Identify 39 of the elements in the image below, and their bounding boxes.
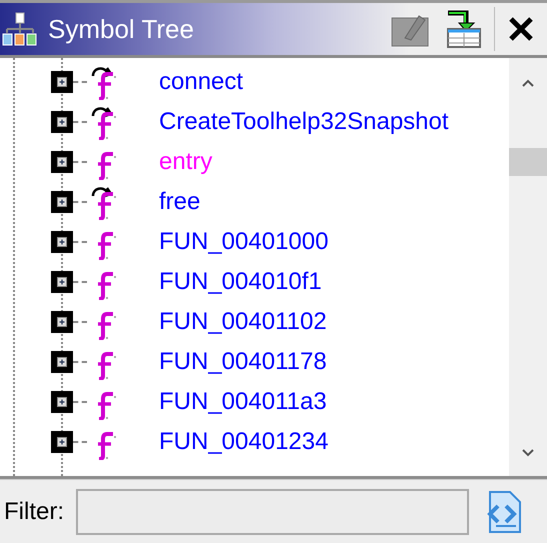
filter-field[interactable] [76, 488, 469, 534]
expand-toggle[interactable] [51, 431, 73, 453]
plus-icon [57, 317, 67, 327]
plus-icon [57, 157, 67, 167]
expand-toggle[interactable] [51, 151, 73, 173]
scroll-thumb[interactable] [509, 148, 547, 176]
table-arrow-icon [446, 9, 482, 49]
close-icon [508, 16, 534, 42]
plus-icon [57, 197, 67, 207]
tree-icon [2, 11, 38, 47]
panel-title: Symbol Tree [48, 12, 194, 46]
symbol-name[interactable]: FUN_00401000 [159, 224, 328, 260]
expand-toggle[interactable] [51, 231, 73, 253]
expand-toggle[interactable] [51, 71, 73, 93]
plus-icon [57, 357, 67, 367]
expand-toggle[interactable] [51, 351, 73, 373]
plus-icon [57, 77, 67, 87]
symbol-name[interactable]: FUN_004011a3 [159, 384, 327, 420]
plus-icon [57, 437, 67, 447]
vertical-scrollbar[interactable] [509, 58, 547, 476]
symbol-name[interactable]: free [159, 184, 200, 220]
symbol-name[interactable]: connect [159, 64, 244, 100]
symbol-name[interactable]: FUN_00401178 [159, 344, 327, 380]
filter-label: Filter: [4, 496, 64, 526]
symbol-name[interactable]: FUN_004010f1 [159, 264, 322, 300]
plus-icon [57, 397, 67, 407]
plus-icon [57, 237, 67, 247]
scroll-down-icon[interactable] [521, 448, 535, 458]
expand-toggle[interactable] [51, 271, 73, 293]
symbol-name[interactable]: FUN_00401234 [159, 424, 328, 460]
plus-icon [57, 117, 67, 127]
expand-toggle[interactable] [51, 111, 73, 133]
expand-toggle[interactable] [51, 391, 73, 413]
plus-icon [57, 277, 67, 287]
symbol-name[interactable]: CreateToolhelp32Snapshot [159, 104, 449, 140]
symbol-name[interactable]: FUN_00401102 [159, 304, 327, 340]
expand-toggle[interactable] [51, 311, 73, 333]
expand-toggle[interactable] [51, 191, 73, 213]
scroll-up-icon[interactable] [521, 78, 535, 88]
